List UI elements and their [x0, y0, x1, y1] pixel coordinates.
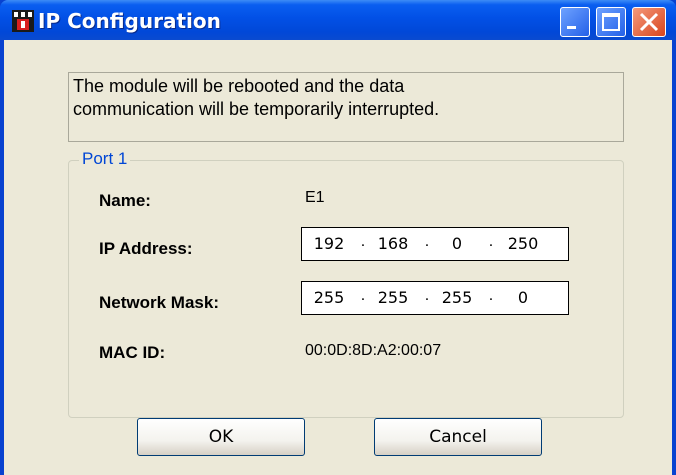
ip-dot-3: . — [488, 233, 494, 250]
port-group-box: Port 1 Name: E1 IP Address: 192 . 168 . … — [68, 149, 624, 418]
mac-id-value: 00:0D:8D:A2:00:07 — [305, 342, 442, 359]
ip-dot-2: . — [424, 233, 430, 250]
dialog-client-area: The module will be rebooted and the data… — [4, 40, 672, 475]
mask-octet-3[interactable]: 255 — [432, 288, 482, 307]
mask-octet-4[interactable]: 0 — [498, 288, 548, 307]
ip-address-label: IP Address: — [99, 239, 193, 258]
dialog-window: IP Configuration The module will be rebo… — [0, 0, 676, 475]
ip-dot-1: . — [360, 233, 366, 250]
mask-dot-2: . — [424, 287, 430, 304]
port-group-legend: Port 1 — [79, 149, 131, 169]
cancel-button[interactable]: Cancel — [374, 418, 542, 456]
mac-id-label: MAC ID: — [99, 343, 166, 362]
close-button[interactable] — [632, 7, 666, 37]
maximize-icon — [602, 13, 620, 31]
network-mask-field[interactable]: 255 . 255 . 255 . 0 — [301, 281, 569, 315]
maximize-button[interactable] — [596, 7, 626, 37]
name-value: E1 — [305, 189, 325, 206]
ip-octet-3[interactable]: 0 — [432, 234, 482, 253]
app-icon — [12, 10, 34, 32]
ip-address-field[interactable]: 192 . 168 . 0 . 250 — [301, 227, 569, 261]
minimize-button[interactable] — [560, 7, 590, 37]
warning-message-line-2: communication will be temporarily interr… — [73, 99, 440, 119]
ip-octet-2[interactable]: 168 — [368, 234, 418, 253]
title-bar[interactable]: IP Configuration — [0, 0, 676, 40]
name-label: Name: — [99, 191, 151, 210]
mask-octet-1[interactable]: 255 — [304, 288, 354, 307]
mask-dot-1: . — [360, 287, 366, 304]
window-title: IP Configuration — [38, 9, 221, 33]
ip-octet-1[interactable]: 192 — [304, 234, 354, 253]
minimize-icon — [567, 26, 576, 29]
mask-dot-3: . — [488, 287, 494, 304]
warning-message-line-1: The module will be rebooted and the data — [73, 76, 405, 96]
ip-octet-4[interactable]: 250 — [498, 234, 548, 253]
network-mask-label: Network Mask: — [99, 293, 219, 312]
close-icon — [639, 12, 659, 32]
warning-message-box: The module will be rebooted and the data… — [68, 72, 624, 142]
ok-button[interactable]: OK — [137, 418, 305, 456]
mask-octet-2[interactable]: 255 — [368, 288, 418, 307]
